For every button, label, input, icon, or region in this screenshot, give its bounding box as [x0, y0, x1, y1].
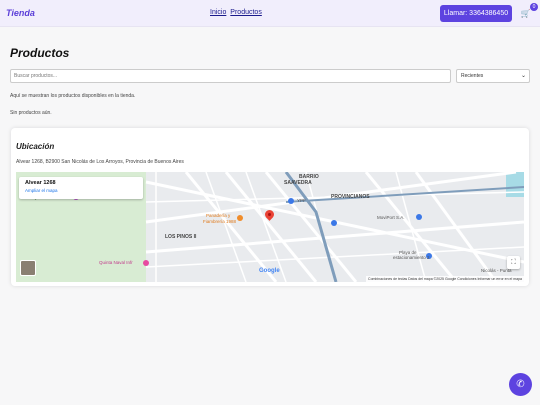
google-logo: Google — [259, 268, 280, 274]
search-input[interactable] — [10, 69, 451, 83]
fullscreen-icon[interactable]: ⛶ — [507, 256, 520, 269]
products-note: Aquí se muestran los productos disponibl… — [10, 93, 136, 99]
map-expand-link[interactable]: Ampliar el mapa — [25, 188, 137, 193]
map-label-playa-2: estacionamiento 2 — [393, 255, 430, 260]
sort-select[interactable]: Recientes ⌄ — [456, 69, 530, 83]
map-label-quinta: Quinta Naval Infr — [99, 260, 133, 265]
chevron-down-icon: ⌄ — [520, 73, 526, 79]
brand-logo[interactable]: Tienda — [6, 8, 35, 18]
map-label-panaderia: Panadería y — [206, 213, 231, 218]
map-footer: Combinaciones de teclas Datos del mapa ©… — [366, 276, 524, 282]
cart-count-badge: 0 — [530, 3, 538, 11]
location-address: Alvear 1268, B2900 San Nicolás de Los Ar… — [16, 159, 184, 165]
map-label-provincianos: PROVINCIANOS — [331, 194, 370, 200]
top-bar: Tienda Inicio Productos Llamar: 33643864… — [0, 0, 540, 27]
page-title: Productos — [10, 46, 70, 60]
map-label-nicolas: Nicolás - Punta — [481, 268, 512, 273]
embedded-map[interactable]: BARRIO SAAVEDRA PROVINCIANOS LOS PINOS I… — [16, 172, 524, 282]
location-title: Ubicación — [16, 142, 55, 151]
map-label-moviport: MoviPort S.A. — [377, 215, 405, 220]
sort-selected-value: Recientes — [461, 73, 484, 79]
call-button[interactable]: Llamar: 3364386450 — [440, 5, 512, 22]
map-info-window: Alvear 1268 Ampliar el mapa — [19, 177, 143, 199]
map-label-los-pinos: LOS PINOS II — [165, 234, 197, 240]
location-card: Ubicación Alvear 1268, B2900 San Nicolás… — [11, 128, 529, 286]
nav-link-productos[interactable]: Productos — [230, 9, 262, 16]
satellite-toggle[interactable] — [20, 260, 36, 276]
map-pin-dot — [268, 213, 271, 216]
map-label-panaderia-2: Fiambrería 1988 — [203, 219, 237, 224]
map-label-ypf: YPF — [297, 198, 306, 203]
map-info-title: Alvear 1268 — [25, 180, 56, 186]
main-nav: Inicio Productos — [210, 9, 264, 16]
nav-link-inicio[interactable]: Inicio — [210, 9, 226, 16]
empty-state: Sin productos aún. — [10, 110, 52, 116]
phone-icon[interactable]: ✆ — [509, 373, 532, 396]
map-label-saavedra: SAAVEDRA — [284, 180, 312, 186]
